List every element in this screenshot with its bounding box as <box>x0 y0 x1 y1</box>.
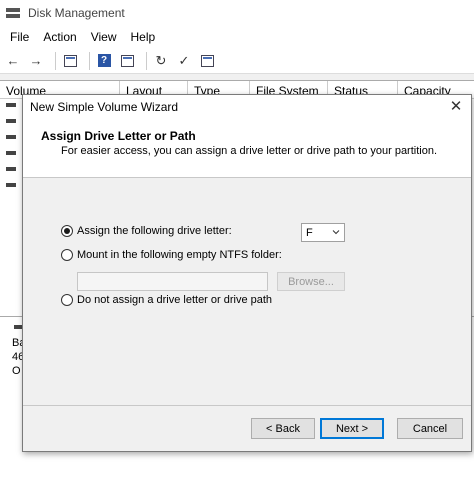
volume-row-icon <box>6 135 16 139</box>
mount-folder-label: Mount in the following empty NTFS folder… <box>77 249 282 261</box>
volume-row-icon <box>6 183 16 187</box>
disk-management-titlebar: Disk Management <box>0 0 474 26</box>
browse-button[interactable]: Browse... <box>277 272 345 291</box>
volume-row-icon <box>6 103 16 107</box>
chevron-down-icon <box>332 230 340 235</box>
next-button[interactable]: Next > <box>320 418 384 439</box>
mount-folder-option[interactable]: Mount in the following empty NTFS folder… <box>61 249 282 261</box>
back-arrow-icon[interactable]: ← <box>4 52 22 70</box>
back-button[interactable]: < Back <box>251 418 315 439</box>
no-assign-option[interactable]: Do not assign a drive letter or drive pa… <box>61 294 272 306</box>
assign-letter-radio[interactable] <box>61 225 73 237</box>
folder-path-input[interactable] <box>77 272 268 291</box>
help-icon[interactable]: ? <box>95 52 113 70</box>
drive-letter-value: F <box>306 226 313 239</box>
volume-row-icon <box>6 167 16 171</box>
disk-management-app-icon <box>6 7 20 19</box>
menu-action[interactable]: Action <box>37 30 82 44</box>
menu-view[interactable]: View <box>85 30 123 44</box>
menu-file[interactable]: File <box>4 30 35 44</box>
menu-bar: File Action View Help <box>0 26 474 48</box>
page-subheading: For easier access, you can assign a driv… <box>61 145 438 157</box>
mount-folder-radio[interactable] <box>61 249 73 261</box>
check-icon[interactable]: ✓ <box>175 52 193 70</box>
forward-arrow-icon[interactable]: → <box>27 52 45 70</box>
toolbar-divider <box>55 51 56 70</box>
disk-management-title: Disk Management <box>28 6 125 20</box>
toolbar-divider <box>89 51 90 70</box>
rescan-icon[interactable]: ↻ <box>152 52 170 70</box>
toolbar: ← → ? ↻ ✓ <box>0 48 474 74</box>
volume-row-icon <box>6 151 16 155</box>
wizard-title: New Simple Volume Wizard <box>30 100 179 114</box>
drive-letter-select[interactable]: F <box>301 223 345 242</box>
volume-row-icon <box>6 119 16 123</box>
cancel-button[interactable]: Cancel <box>397 418 463 439</box>
new-simple-volume-wizard: New Simple Volume Wizard ✕ Assign Drive … <box>22 94 472 452</box>
disk-status-partial: O <box>12 365 21 377</box>
page-heading: Assign Drive Letter or Path <box>41 129 196 143</box>
wizard-body: Assign the following drive letter: F Mou… <box>23 178 471 406</box>
console-tree-icon[interactable] <box>61 52 79 70</box>
wizard-titlebar[interactable]: New Simple Volume Wizard ✕ <box>23 95 471 119</box>
wizard-header: Assign Drive Letter or Path For easier a… <box>23 119 471 178</box>
list-view-icon[interactable] <box>198 52 216 70</box>
no-assign-radio[interactable] <box>61 294 73 306</box>
properties-icon[interactable] <box>118 52 136 70</box>
close-icon[interactable]: ✕ <box>447 98 465 116</box>
menu-help[interactable]: Help <box>125 30 162 44</box>
assign-letter-label: Assign the following drive letter: <box>77 225 232 237</box>
toolbar-divider <box>146 51 147 70</box>
no-assign-label: Do not assign a drive letter or drive pa… <box>77 294 273 306</box>
wizard-footer: < Back Next > Cancel <box>23 405 471 451</box>
assign-letter-option[interactable]: Assign the following drive letter: <box>61 225 232 237</box>
